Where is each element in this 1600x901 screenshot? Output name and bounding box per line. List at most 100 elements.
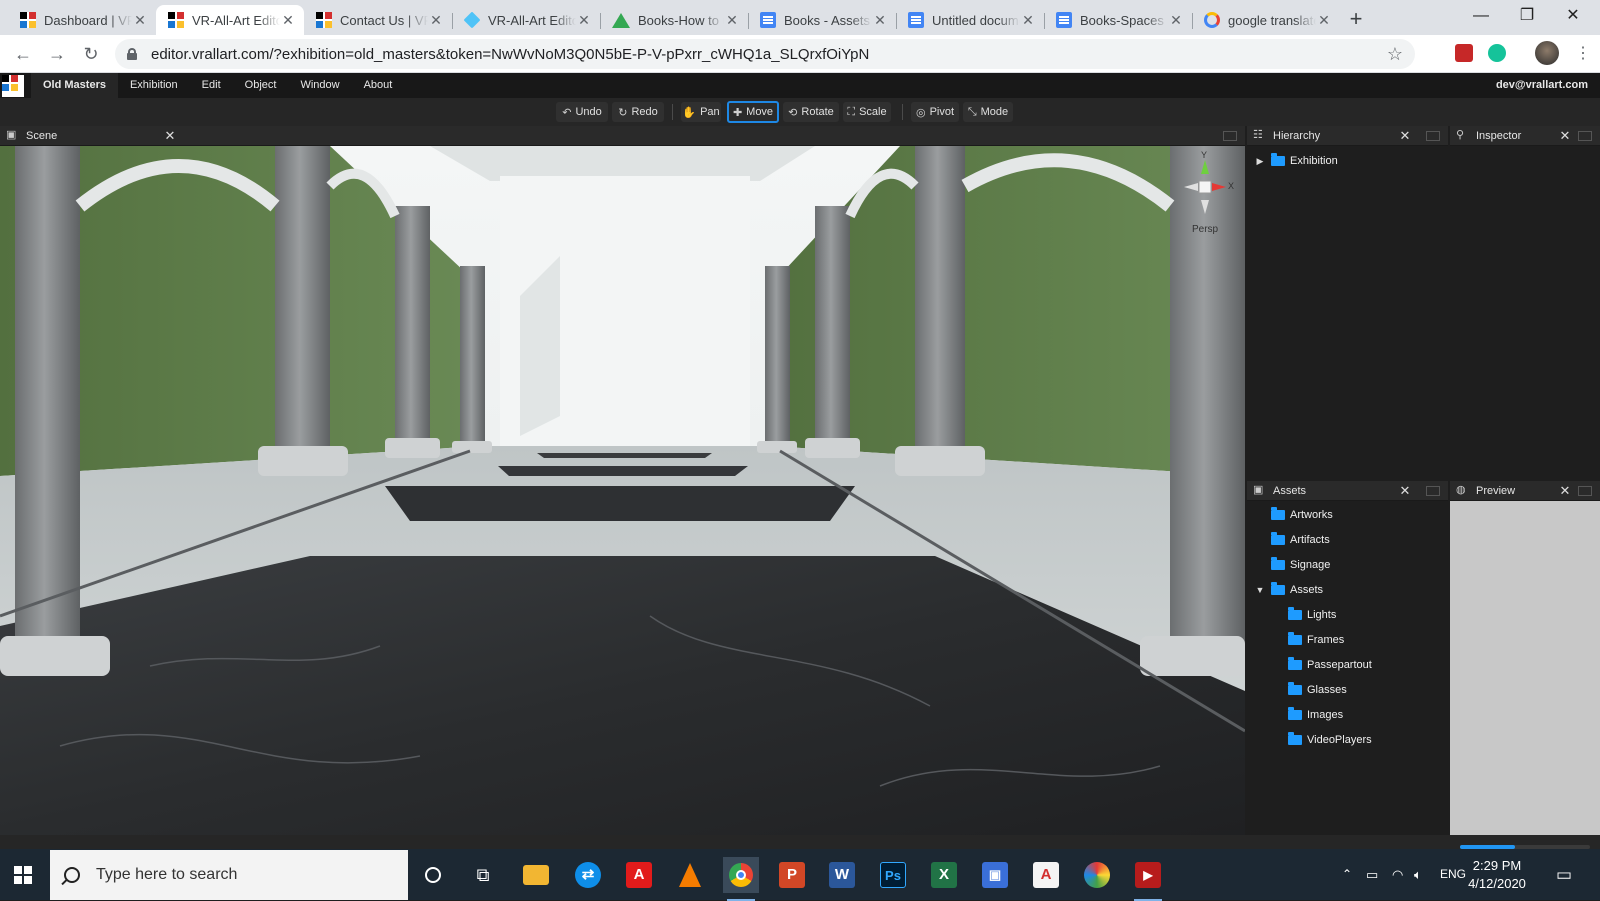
maximize-panel-icon[interactable] xyxy=(1578,130,1592,141)
chrome-icon[interactable] xyxy=(723,857,759,901)
move-tool-button[interactable]: ✚ Move xyxy=(727,101,779,123)
redo-button[interactable]: ↻ Redo xyxy=(612,102,664,122)
browser-tab[interactable]: VR-All-Art Editor ✕ xyxy=(452,5,600,35)
paint-icon[interactable] xyxy=(1079,857,1115,893)
acrobat-icon[interactable]: A xyxy=(1028,857,1064,893)
asset-folder-artifacts[interactable]: Artifacts xyxy=(1255,531,1330,549)
close-tab-icon[interactable]: ✕ xyxy=(872,12,888,28)
maximize-panel-icon[interactable] xyxy=(1223,130,1237,141)
autocad-icon[interactable]: A xyxy=(621,857,657,893)
asset-folder-artworks[interactable]: Artworks xyxy=(1255,506,1333,524)
maximize-panel-icon[interactable] xyxy=(1426,130,1440,141)
asset-folder-passepartout[interactable]: Passepartout xyxy=(1272,656,1372,674)
menu-exhibition[interactable]: Exhibition xyxy=(118,73,190,98)
close-tab-icon[interactable]: ✕ xyxy=(280,12,296,28)
expand-arrow-icon[interactable]: ▶ xyxy=(1255,156,1265,167)
browser-tab[interactable]: Books - Assets ✕ xyxy=(748,5,896,35)
forward-arrow-icon[interactable]: → xyxy=(40,37,74,71)
save-icon[interactable]: ▣ xyxy=(977,857,1013,893)
menu-about[interactable]: About xyxy=(352,73,405,98)
window-close-icon[interactable]: ✕ xyxy=(1550,0,1596,32)
mode-button[interactable]: ⤡ Mode xyxy=(963,102,1013,122)
battery-icon[interactable]: ▭ xyxy=(1366,849,1378,900)
taskbar-search-box[interactable]: Type here to search xyxy=(50,850,408,900)
lock-icon[interactable] xyxy=(127,48,137,60)
scene-render[interactable] xyxy=(0,146,1245,835)
acrobat-extension-icon[interactable] xyxy=(1455,44,1473,62)
gizmo-view-label[interactable]: Persp xyxy=(1192,224,1218,235)
browser-tab[interactable]: Dashboard | VR-All-Art✕ xyxy=(8,5,156,35)
menu-window[interactable]: Window xyxy=(288,73,351,98)
tree-item-exhibition[interactable]: ▶ Exhibition xyxy=(1255,152,1338,170)
axis-gizmo-icon[interactable] xyxy=(1180,152,1230,222)
address-bar[interactable]: editor.vrallart.com/?exhibition=old_mast… xyxy=(115,39,1415,69)
cortana-icon[interactable] xyxy=(415,857,451,893)
browser-tab-active[interactable]: VR-All-Art Editor ✕ xyxy=(156,5,304,35)
reload-icon[interactable]: ↻ xyxy=(74,37,108,71)
browser-menu-icon[interactable]: ⋮ xyxy=(1566,37,1600,71)
asset-folder-assets[interactable]: ▼ Assets xyxy=(1255,581,1323,599)
video-editor-icon[interactable]: ▶ xyxy=(1130,857,1166,901)
wifi-icon[interactable]: ◠ xyxy=(1392,849,1403,900)
browser-tab[interactable]: Books-Spaces ✕ xyxy=(1044,5,1192,35)
asset-folder-signage[interactable]: Signage xyxy=(1255,556,1330,574)
browser-tab[interactable]: Contact Us | VR-All-Art✕ xyxy=(304,5,452,35)
orientation-gizmo[interactable]: Y X Persp xyxy=(1180,150,1234,237)
bookmark-star-icon[interactable]: ☆ xyxy=(1387,44,1403,65)
close-tab-icon[interactable]: ✕ xyxy=(1168,12,1184,28)
close-scene-panel-icon[interactable]: ✕ xyxy=(161,128,179,144)
close-inspector-panel-icon[interactable]: ✕ xyxy=(1556,128,1574,144)
maximize-panel-icon[interactable] xyxy=(1578,485,1592,496)
menu-project[interactable]: Old Masters xyxy=(31,73,118,98)
pan-tool-button[interactable]: ✋ Pan xyxy=(681,102,721,122)
vlc-icon[interactable] xyxy=(672,857,708,893)
close-tab-icon[interactable]: ✕ xyxy=(428,12,444,28)
asset-folder-frames[interactable]: Frames xyxy=(1272,631,1344,649)
asset-folder-lights[interactable]: Lights xyxy=(1272,606,1336,624)
url-text: editor.vrallart.com/?exhibition=old_mast… xyxy=(151,45,870,63)
asset-folder-videoplayers[interactable]: VideoPlayers xyxy=(1272,731,1372,749)
menu-edit[interactable]: Edit xyxy=(190,73,233,98)
asset-folder-glasses[interactable]: Glasses xyxy=(1272,681,1347,699)
user-email[interactable]: dev@vrallart.com xyxy=(1496,73,1588,98)
minimize-icon[interactable]: — xyxy=(1458,0,1504,32)
show-hidden-icons-icon[interactable]: ⌃ xyxy=(1342,849,1352,900)
browser-tab[interactable]: Untitled document✕ xyxy=(896,5,1044,35)
excel-icon[interactable]: X xyxy=(926,857,962,893)
menu-object[interactable]: Object xyxy=(233,73,289,98)
browser-tab[interactable]: Books-How to use✕ xyxy=(600,5,748,35)
close-tab-icon[interactable]: ✕ xyxy=(1020,12,1036,28)
file-explorer-icon[interactable] xyxy=(518,857,554,893)
close-tab-icon[interactable]: ✕ xyxy=(724,12,740,28)
assets-icon: ▣ xyxy=(1253,484,1264,496)
system-clock[interactable]: 2:29 PM 4/12/2020 xyxy=(1463,857,1531,893)
notifications-icon[interactable]: ▭ xyxy=(1556,849,1572,900)
grammarly-extension-icon[interactable] xyxy=(1488,44,1506,62)
undo-button[interactable]: ↶ Undo xyxy=(556,102,608,122)
browser-tab[interactable]: google translate ✕ xyxy=(1192,5,1340,35)
pivot-button[interactable]: ◎ Pivot xyxy=(911,102,959,122)
new-tab-button[interactable]: + xyxy=(1340,5,1372,35)
task-view-icon[interactable]: ⧉ xyxy=(465,857,501,893)
close-tab-icon[interactable]: ✕ xyxy=(576,12,592,28)
maximize-panel-icon[interactable] xyxy=(1426,485,1440,496)
volume-icon[interactable]: 🔈︎ xyxy=(1414,849,1422,900)
restore-icon[interactable]: ❐ xyxy=(1504,0,1550,32)
close-tab-icon[interactable]: ✕ xyxy=(132,12,148,28)
teamviewer-icon[interactable]: ⇄ xyxy=(570,857,606,893)
rotate-tool-button[interactable]: ⟲ Rotate xyxy=(783,102,839,122)
close-assets-panel-icon[interactable]: ✕ xyxy=(1396,483,1414,499)
asset-folder-images[interactable]: Images xyxy=(1272,706,1343,724)
scene-viewport[interactable]: Y X Persp xyxy=(0,146,1245,835)
close-hierarchy-panel-icon[interactable]: ✕ xyxy=(1396,128,1414,144)
close-tab-icon[interactable]: ✕ xyxy=(1316,12,1332,28)
close-preview-panel-icon[interactable]: ✕ xyxy=(1556,483,1574,499)
windows-start-icon[interactable] xyxy=(14,866,32,884)
word-icon[interactable]: W xyxy=(824,857,860,893)
powerpoint-icon[interactable]: P xyxy=(774,857,810,893)
scale-tool-button[interactable]: ⛶ Scale xyxy=(843,102,891,122)
back-arrow-icon[interactable]: ← xyxy=(6,37,40,71)
collapse-arrow-icon[interactable]: ▼ xyxy=(1255,585,1265,595)
profile-avatar[interactable] xyxy=(1535,41,1559,65)
photoshop-icon[interactable]: Ps xyxy=(875,857,911,893)
